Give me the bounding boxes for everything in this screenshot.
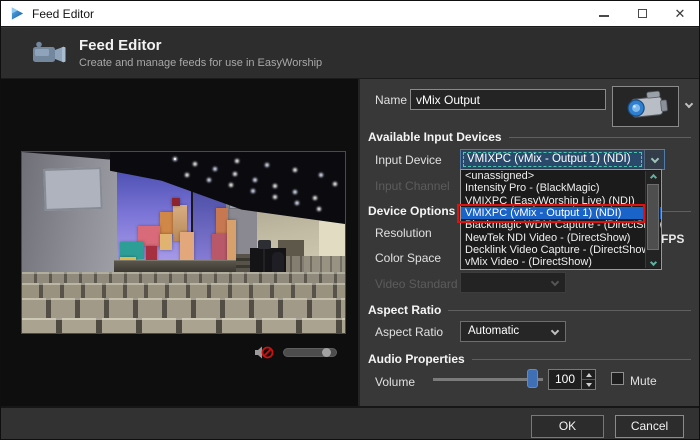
ok-button[interactable]: OK	[531, 415, 604, 438]
easyworship-logo-icon	[10, 6, 25, 21]
aspect-ratio-label: Aspect Ratio	[375, 325, 443, 339]
input-device-selected-value: VMIXPC (vMix - Output 1) (NDI)	[462, 151, 643, 168]
scrollbar-down-button[interactable]	[646, 256, 660, 268]
header-title: Feed Editor	[79, 37, 322, 54]
dropdown-scrollbar	[645, 171, 660, 268]
scrollbar-up-button[interactable]	[646, 171, 660, 183]
close-icon: ✕	[675, 7, 686, 20]
window-title: Feed Editor	[32, 7, 94, 21]
name-label: Name	[375, 93, 407, 107]
dropdown-option[interactable]: NewTek NDI Video - (DirectShow)	[461, 232, 661, 244]
dropdown-option[interactable]: Decklink Video Capture - (DirectShow)	[461, 244, 661, 256]
close-button[interactable]: ✕	[661, 1, 699, 26]
volume-spinner[interactable]: 100	[548, 369, 596, 390]
aspect-ratio-select[interactable]: Automatic	[460, 321, 566, 342]
maximize-icon	[638, 9, 647, 18]
volume-value: 100	[555, 370, 575, 389]
dropdown-option-selected[interactable]: VMIXPC (vMix - Output 1) (NDI)	[461, 207, 661, 219]
stage-block	[172, 198, 180, 206]
volume-label: Volume	[375, 375, 415, 389]
section-divider	[472, 359, 691, 360]
chevron-up-icon	[649, 173, 656, 180]
chevron-down-icon	[551, 278, 559, 286]
spinner-down-button[interactable]	[582, 380, 595, 389]
preview-panel	[1, 79, 358, 406]
preview-broadcast-camera	[258, 240, 271, 249]
volume-slider-handle[interactable]	[527, 369, 538, 388]
name-input[interactable]	[410, 89, 606, 110]
dropdown-option[interactable]: Blackmagic WDM Capture - (DirectShow)	[461, 219, 661, 231]
triangle-down-icon	[586, 383, 592, 387]
camera-button-icon	[621, 88, 670, 126]
mute-label: Mute	[630, 374, 657, 388]
fps-label: FPS	[661, 232, 684, 246]
settings-panel: Name Available Input Devices Input Devic…	[358, 79, 700, 406]
preview-ceiling-lights	[174, 158, 176, 160]
footer-bar: OK Cancel	[1, 406, 699, 440]
section-aspect-ratio: Aspect Ratio	[368, 303, 691, 317]
preview-volume-handle[interactable]	[322, 348, 331, 357]
chevron-down-icon	[649, 258, 656, 265]
video-preview	[21, 151, 346, 334]
chevron-down-icon[interactable]	[685, 100, 693, 108]
stage-block	[160, 234, 172, 250]
section-title: Aspect Ratio	[368, 303, 441, 317]
muted-speaker-icon[interactable]	[254, 345, 274, 360]
input-device-dropdown-list: <unassigned> Intensity Pro - (BlackMagic…	[460, 169, 662, 270]
chevron-down-icon	[651, 155, 659, 163]
triangle-up-icon	[586, 373, 592, 377]
section-available-input-devices: Available Input Devices	[368, 130, 691, 144]
dropdown-option[interactable]: vMix Video - (DirectShow)	[461, 256, 661, 268]
dropdown-option[interactable]: Intensity Pro - (BlackMagic)	[461, 182, 661, 194]
header-subtitle: Create and manage feeds for use in EasyW…	[79, 57, 322, 69]
video-standard-label: Video Standard	[375, 277, 458, 291]
input-channel-label: Input Channel	[375, 179, 450, 193]
input-device-dropdown-button[interactable]	[644, 150, 664, 169]
section-title: Available Input Devices	[368, 130, 502, 144]
scrollbar-thumb[interactable]	[647, 184, 659, 250]
maximize-button[interactable]	[623, 1, 661, 26]
feed-editor-dialog: Feed Editor ✕ Feed Editor Create and man…	[0, 0, 700, 440]
section-audio-properties: Audio Properties	[368, 352, 691, 366]
resolution-label: Resolution	[375, 226, 432, 240]
stage-block	[227, 220, 236, 262]
aspect-ratio-selected-value: Automatic	[461, 322, 565, 341]
section-title: Device Options	[368, 204, 455, 218]
section-divider	[448, 310, 691, 311]
preview-chair-row	[22, 298, 345, 320]
color-space-label: Color Space	[375, 251, 441, 265]
spinner-up-button[interactable]	[582, 370, 595, 380]
feed-type-camera-button[interactable]	[612, 86, 679, 127]
stage-block	[160, 212, 173, 234]
video-camera-icon	[31, 38, 67, 68]
mute-checkbox[interactable]	[611, 372, 624, 385]
preview-volume-slider[interactable]	[283, 348, 337, 357]
header-text: Feed Editor Create and manage feeds for …	[79, 37, 322, 69]
dialog-header: Feed Editor Create and manage feeds for …	[1, 28, 699, 79]
window-controls: ✕	[585, 1, 699, 26]
preview-projection-screen	[43, 167, 102, 211]
section-divider	[509, 137, 691, 138]
input-device-label: Input Device	[375, 153, 442, 167]
video-standard-select	[460, 272, 566, 293]
dropdown-option[interactable]: <unassigned>	[461, 170, 661, 182]
titlebar: Feed Editor ✕	[1, 1, 699, 27]
input-device-select[interactable]: VMIXPC (vMix - Output 1) (NDI)	[460, 149, 665, 170]
spinner-buttons	[581, 370, 595, 389]
minimize-icon	[599, 15, 609, 17]
section-title: Audio Properties	[368, 352, 465, 366]
preview-chair-row	[22, 318, 345, 334]
minimize-button[interactable]	[585, 1, 623, 26]
cancel-button[interactable]: Cancel	[615, 415, 684, 438]
dropdown-option[interactable]: VMIXPC (EasyWorship Live) (NDI)	[461, 195, 661, 207]
